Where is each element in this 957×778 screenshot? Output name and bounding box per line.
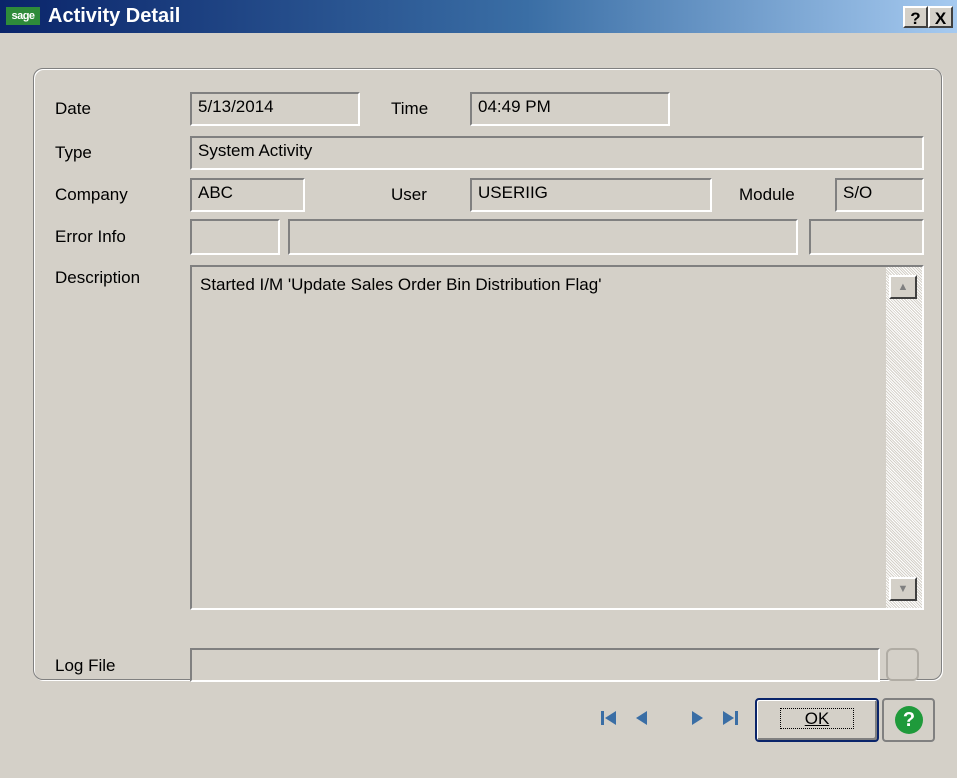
close-button[interactable]: X xyxy=(928,6,953,28)
error-code-field[interactable] xyxy=(190,219,280,255)
scroll-down-icon[interactable]: ▼ xyxy=(889,577,917,601)
description-textarea[interactable]: Started I/M 'Update Sales Order Bin Dist… xyxy=(190,265,924,610)
company-field[interactable]: ABC xyxy=(190,178,305,212)
module-label: Module xyxy=(739,185,795,204)
time-label: Time xyxy=(391,99,429,118)
help-button[interactable]: ? xyxy=(882,698,935,742)
log-file-label: Log File xyxy=(55,656,116,675)
first-record-icon[interactable] xyxy=(597,706,621,730)
module-field[interactable]: S/O xyxy=(835,178,924,212)
description-scrollbar[interactable]: ▲ ▼ xyxy=(886,267,922,608)
company-label: Company xyxy=(55,185,128,204)
previous-record-icon[interactable] xyxy=(630,706,654,730)
type-field[interactable]: System Activity xyxy=(190,136,924,170)
error-info-label: Error Info xyxy=(55,227,126,246)
type-label: Type xyxy=(55,143,92,162)
user-label: User xyxy=(391,185,427,204)
date-label: Date xyxy=(55,99,91,118)
scroll-up-icon[interactable]: ▲ xyxy=(889,275,917,299)
log-file-browse-button[interactable] xyxy=(886,648,919,681)
user-field[interactable]: USERIIG xyxy=(470,178,712,212)
help-icon: ? xyxy=(895,706,923,734)
title-help-button[interactable]: ? xyxy=(903,6,928,28)
description-label: Description xyxy=(55,268,141,287)
description-text: Started I/M 'Update Sales Order Bin Dist… xyxy=(200,275,602,294)
ok-button-label: OK xyxy=(779,708,855,729)
title-bar: sage Activity Detail ? X xyxy=(0,0,957,33)
next-record-icon[interactable] xyxy=(685,706,709,730)
date-field[interactable]: 5/13/2014 xyxy=(190,92,360,126)
sage-logo-icon: sage xyxy=(6,7,40,25)
log-file-field[interactable] xyxy=(190,648,880,682)
time-field[interactable]: 04:49 PM xyxy=(470,92,670,126)
window-title: Activity Detail xyxy=(48,5,181,27)
ok-button[interactable]: OK xyxy=(755,698,879,742)
error-message-field[interactable] xyxy=(288,219,798,255)
error-extra-field[interactable] xyxy=(809,219,924,255)
last-record-icon[interactable] xyxy=(718,706,742,730)
